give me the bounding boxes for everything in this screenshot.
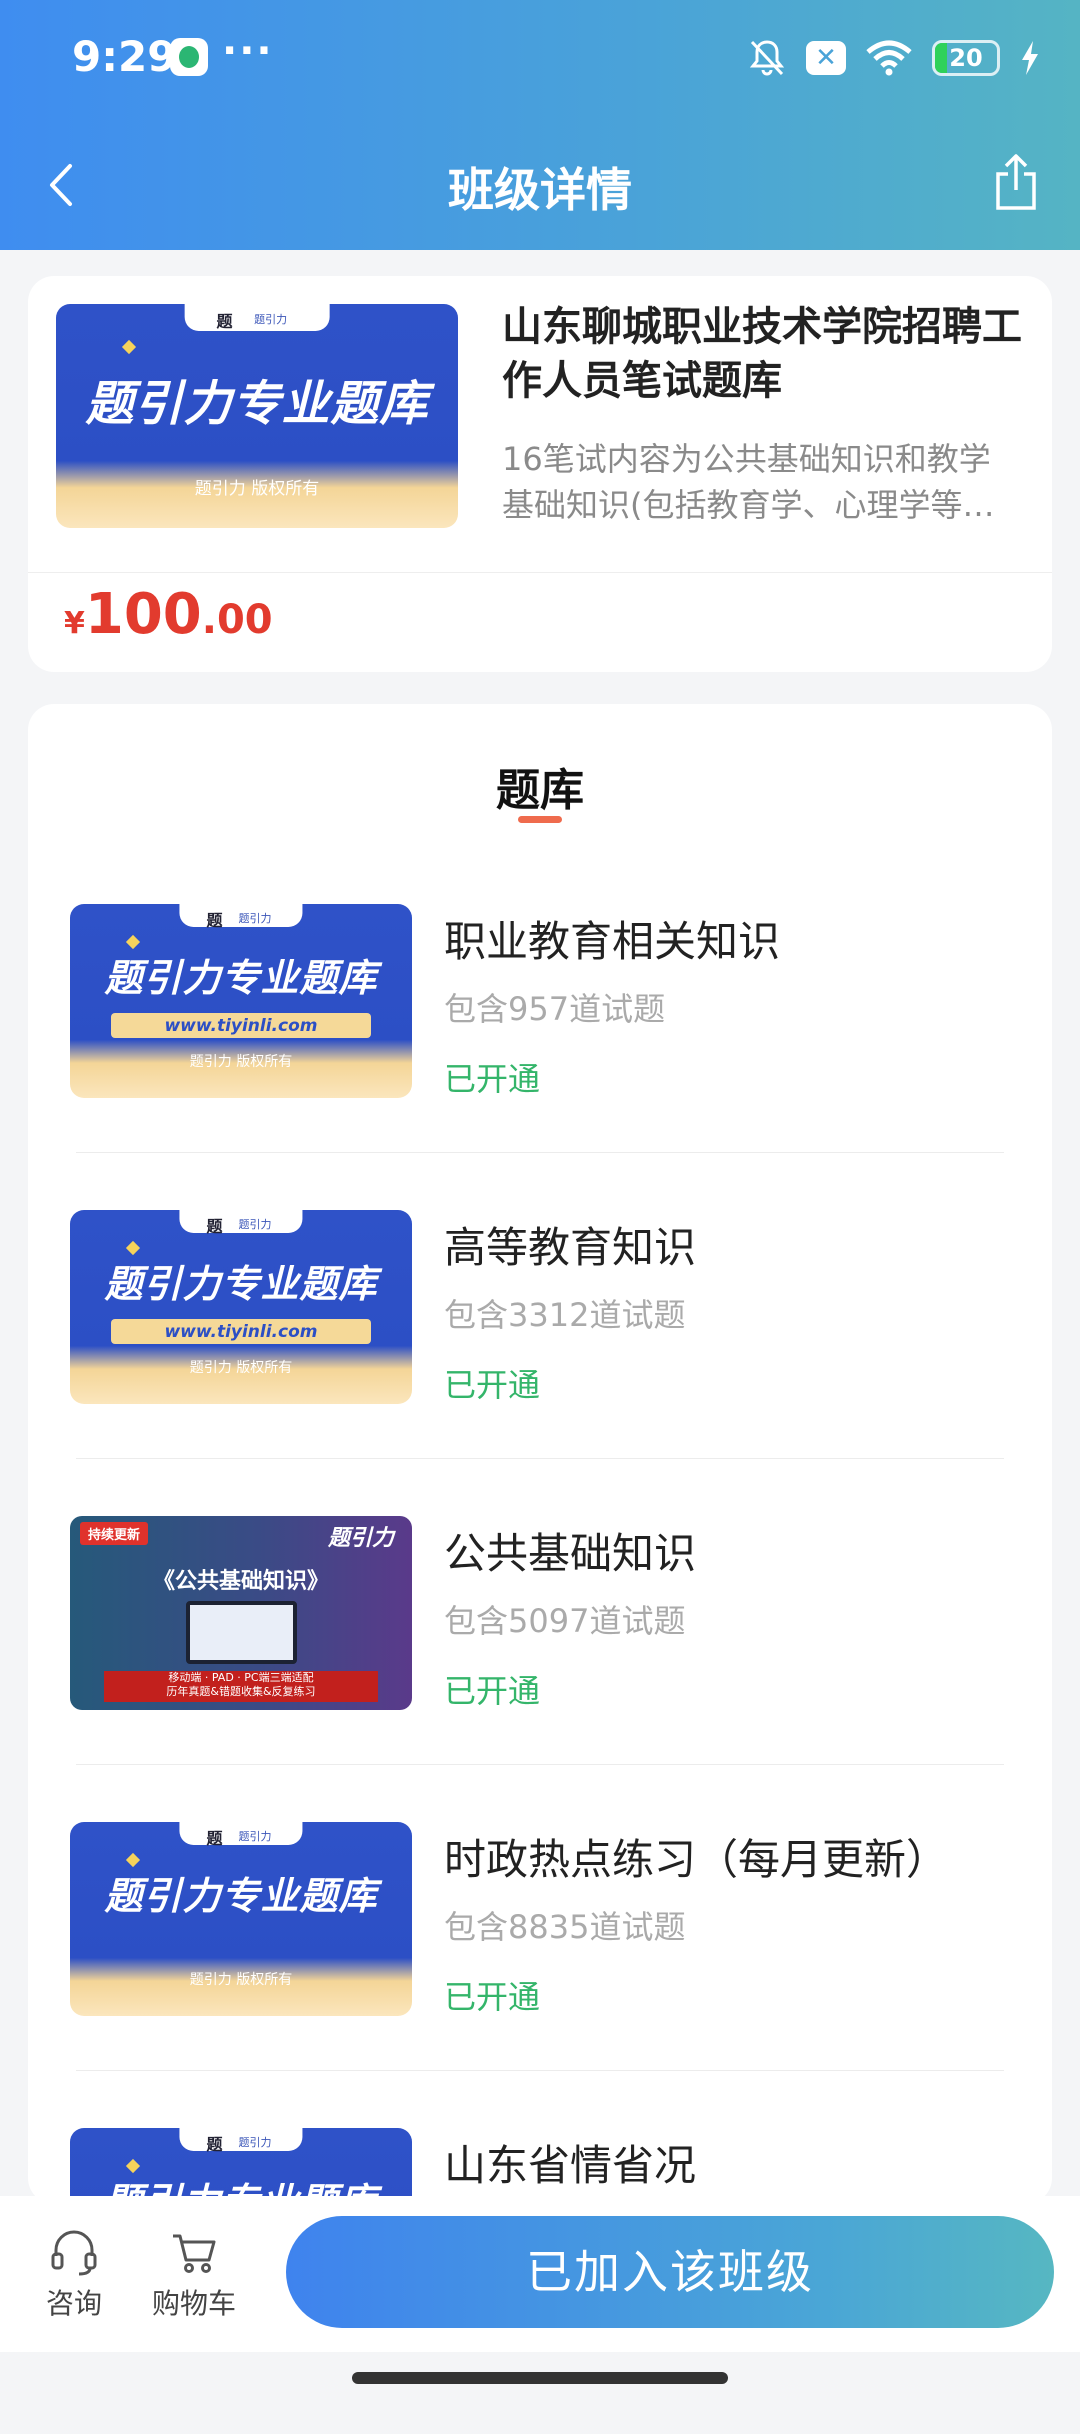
thumb-bar-line2: 历年真题&错题收集&反复练习 bbox=[166, 1685, 316, 1699]
question-bank-card: 题库 题引力专业题库 www.tiyinli.com 题引力 版权所有 职业教育… bbox=[28, 704, 1052, 2322]
share-icon[interactable] bbox=[988, 152, 1044, 212]
bank-status: 已开通 bbox=[444, 1672, 541, 1710]
joined-class-button[interactable]: 已加入该班级 bbox=[286, 2216, 1054, 2328]
divider bbox=[76, 2070, 1004, 2071]
divider bbox=[28, 572, 1052, 573]
bank-question-count: 包含8835道试题 bbox=[444, 1908, 686, 1946]
class-cover-image: 题引力专业题库 题引力 版权所有 bbox=[56, 304, 458, 528]
headset-icon bbox=[51, 2230, 97, 2276]
home-indicator[interactable] bbox=[352, 2372, 728, 2384]
cart-button[interactable]: 购物车 bbox=[134, 2230, 254, 2322]
x-badge-icon: ✕ bbox=[806, 41, 846, 75]
class-title: 山东聊城职业技术学院招聘工作人员笔试题库 bbox=[502, 304, 1022, 404]
bank-name: 高等教育知识 bbox=[444, 1223, 697, 1272]
bank-name: 时政热点练习（每月更新） bbox=[444, 1835, 949, 1884]
class-description: 16笔试内容为公共基础知识和教学基础知识(包括教育学、心理学等… bbox=[502, 440, 995, 524]
thumb-feature-bar: 移动端 · PAD · PC端三端适配 历年真题&错题收集&反复练习 bbox=[104, 1671, 378, 1703]
nav-bar: 班级详情 bbox=[0, 140, 1080, 230]
cart-label: 购物车 bbox=[151, 2287, 236, 2320]
bank-question-count: 包含957道试题 bbox=[444, 990, 666, 1028]
bank-status: 已开通 bbox=[444, 1366, 541, 1404]
bank-thumbnail: 题引力专业题库 题引力 版权所有 bbox=[70, 1822, 412, 2016]
divider bbox=[76, 1764, 1004, 1765]
tab-question-bank[interactable]: 题库 bbox=[28, 754, 1052, 818]
price-currency: ¥ bbox=[64, 606, 85, 641]
consult-label: 咨询 bbox=[45, 2287, 102, 2320]
bank-name: 公共基础知识 bbox=[444, 1529, 697, 1578]
bank-name: 山东省情省况 bbox=[444, 2141, 697, 2190]
wifi-icon bbox=[866, 40, 912, 76]
divider bbox=[76, 1152, 1004, 1153]
bank-list-item[interactable]: 题引力专业题库 题引力 版权所有 时政热点练习（每月更新） 包含8835道试题 … bbox=[28, 1822, 1052, 2128]
thumb-url: www.tiyinli.com bbox=[111, 1012, 371, 1038]
bank-thumbnail: 题引力专业题库 www.tiyinli.com 题引力 版权所有 bbox=[70, 904, 412, 1098]
battery-icon: 20 bbox=[932, 40, 1000, 76]
cover-copyright: 题引力 版权所有 bbox=[194, 479, 320, 500]
thumb-copyright: 题引力 版权所有 bbox=[189, 1972, 293, 1989]
device-illustration bbox=[186, 1601, 297, 1664]
bank-thumbnail: 题引力专业题库 www.tiyinli.com 题引力 版权所有 bbox=[70, 1210, 412, 1404]
bank-list-item[interactable]: 题引力专业题库 www.tiyinli.com 题引力 版权所有 职业教育相关知… bbox=[28, 904, 1052, 1210]
thumb-copyright: 题引力 版权所有 bbox=[189, 1360, 293, 1377]
price-decimal: .00 bbox=[201, 597, 273, 643]
thumb-url: www.tiyinli.com bbox=[111, 1318, 371, 1344]
status-time: 9:29 bbox=[72, 32, 177, 81]
battery-level: 20 bbox=[949, 44, 983, 72]
bank-thumbnail: 持续更新 题引力 《公共基础知识》 移动端 · PAD · PC端三端适配 历年… bbox=[70, 1516, 412, 1710]
thumb-main-text: 题引力专业题库 bbox=[104, 1873, 378, 1918]
page-title: 班级详情 bbox=[448, 163, 632, 217]
charging-icon bbox=[1022, 41, 1038, 75]
bank-name: 职业教育相关知识 bbox=[444, 917, 781, 966]
thumb-badge: 持续更新 bbox=[80, 1522, 149, 1545]
bottom-action-bar: 咨询 购物车 已加入该班级 bbox=[0, 2196, 1080, 2352]
consult-button[interactable]: 咨询 bbox=[14, 2230, 134, 2322]
price-integer: 100 bbox=[84, 582, 202, 647]
class-price: ¥100.00 bbox=[64, 582, 273, 647]
thumb-bar-line1: 移动端 · PAD · PC端三端适配 bbox=[168, 1671, 314, 1685]
divider bbox=[76, 1458, 1004, 1459]
thumb-main-text: 题引力专业题库 bbox=[104, 1261, 378, 1306]
cart-icon bbox=[173, 2234, 216, 2273]
thumb-copyright: 题引力 版权所有 bbox=[189, 1054, 293, 1071]
more-notifications-icon: ··· bbox=[222, 28, 274, 74]
mute-bell-icon bbox=[749, 40, 785, 76]
thumb-title: 《公共基础知识》 bbox=[152, 1568, 329, 1594]
tab-active-indicator bbox=[518, 816, 562, 823]
thumb-main-text: 题引力专业题库 bbox=[104, 955, 378, 1000]
thumb-logo: 题引力 bbox=[327, 1526, 394, 1551]
status-bar: 9:29 ··· ✕ 20 bbox=[0, 0, 1080, 120]
bank-list-item[interactable]: 题引力专业题库 www.tiyinli.com 题引力 版权所有 高等教育知识 … bbox=[28, 1210, 1052, 1516]
bank-list-item[interactable]: 持续更新 题引力 《公共基础知识》 移动端 · PAD · PC端三端适配 历年… bbox=[28, 1516, 1052, 1822]
cover-main-text: 题引力专业题库 bbox=[85, 376, 429, 433]
bank-question-count: 包含5097道试题 bbox=[444, 1602, 686, 1640]
class-info-card: 题引力专业题库 题引力 版权所有 山东聊城职业技术学院招聘工作人员笔试题库 16… bbox=[28, 276, 1052, 672]
app-notification-icon bbox=[170, 38, 208, 76]
bank-question-count: 包含3312道试题 bbox=[444, 1296, 686, 1334]
bank-status: 已开通 bbox=[444, 1978, 541, 2016]
bank-status: 已开通 bbox=[444, 1060, 541, 1098]
